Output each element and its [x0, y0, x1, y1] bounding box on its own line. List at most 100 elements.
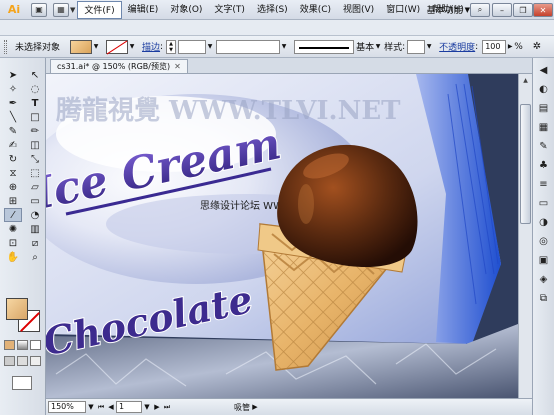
- hand-tool-icon[interactable]: ✋: [4, 250, 22, 264]
- stroke-panel-icon[interactable]: ≡: [536, 178, 552, 191]
- pen-tool-icon[interactable]: ✒: [4, 96, 22, 110]
- close-icon[interactable]: ✕: [174, 60, 181, 73]
- swatches-panel-icon[interactable]: ▦: [536, 121, 552, 134]
- blob-brush-tool-icon[interactable]: ✍: [4, 138, 22, 152]
- first-artboard-icon[interactable]: ⏮: [96, 401, 106, 413]
- free-transform-tool-icon[interactable]: ⬚: [26, 166, 44, 180]
- gradient-panel-icon[interactable]: ▭: [536, 197, 552, 210]
- scrollbar-thumb[interactable]: [520, 104, 531, 224]
- chevron-down-icon[interactable]: ▼: [128, 40, 136, 54]
- artboard-number-field[interactable]: 1: [116, 401, 142, 413]
- stroke-link[interactable]: 描边: [142, 40, 160, 53]
- brush-definition-field[interactable]: [294, 39, 355, 54]
- search-icon[interactable]: ⌕: [470, 3, 490, 17]
- fill-swatch[interactable]: [6, 298, 28, 320]
- type-tool-icon[interactable]: T: [26, 96, 44, 110]
- symbols-panel-icon[interactable]: ♣: [536, 159, 552, 172]
- workspace-switcher[interactable]: 基本功能 ▼: [427, 3, 470, 17]
- transparency-panel-icon[interactable]: ◑: [536, 216, 552, 229]
- screen-mode-button[interactable]: [12, 376, 32, 390]
- minimize-button[interactable]: –: [492, 3, 512, 17]
- eraser-tool-icon[interactable]: ◫: [26, 138, 44, 152]
- shape-builder-tool-icon[interactable]: ⊕: [4, 180, 22, 194]
- pencil-tool-icon[interactable]: ✏: [26, 124, 44, 138]
- panel-grip[interactable]: [4, 39, 7, 54]
- chevron-down-icon[interactable]: ▼: [425, 40, 433, 54]
- chevron-down-icon[interactable]: ▼: [280, 40, 288, 54]
- menu-select[interactable]: 选择(S): [251, 1, 294, 19]
- arrange-documents-icon[interactable]: ▦: [53, 2, 69, 17]
- menu-file[interactable]: 文件(F): [77, 0, 122, 19]
- brushes-panel-icon[interactable]: ✎: [536, 140, 552, 153]
- paintbrush-tool-icon[interactable]: ✎: [4, 124, 22, 138]
- menu-object[interactable]: 对象(O): [164, 1, 208, 19]
- restore-button[interactable]: ❐: [513, 3, 533, 17]
- close-button[interactable]: ✕: [533, 3, 553, 17]
- selection-tool-icon[interactable]: ➤: [4, 68, 22, 82]
- menu-type[interactable]: 文字(T): [208, 1, 251, 19]
- document-tab[interactable]: cs31.ai* @ 150% (RGB/预览) ✕: [50, 59, 188, 73]
- gradient-tool-icon[interactable]: ▭: [26, 194, 44, 208]
- artboards-panel-icon[interactable]: ⧉: [536, 292, 552, 305]
- line-tool-icon[interactable]: ╲: [4, 110, 22, 124]
- lasso-tool-icon[interactable]: ◌: [26, 82, 44, 96]
- gradient-mode-button[interactable]: [17, 340, 28, 350]
- perspective-grid-tool-icon[interactable]: ▱: [26, 180, 44, 194]
- draw-normal-button[interactable]: [4, 356, 15, 366]
- mesh-tool-icon[interactable]: ⊞: [4, 194, 22, 208]
- graphic-styles-panel-icon[interactable]: ▣: [536, 254, 552, 267]
- stroke-weight-field[interactable]: [178, 39, 207, 54]
- scroll-up-icon[interactable]: ▲: [519, 74, 532, 86]
- variable-width-field[interactable]: [216, 39, 281, 54]
- layers-panel-icon[interactable]: ◈: [536, 273, 552, 286]
- eyedropper-tool-icon[interactable]: ⁄: [4, 208, 22, 222]
- collapse-panels-icon[interactable]: ◀: [536, 64, 552, 77]
- app-logo: Ai: [7, 3, 21, 16]
- opacity-input[interactable]: 100: [482, 39, 507, 54]
- chevron-down-icon[interactable]: ▼: [206, 40, 214, 54]
- previous-artboard-icon[interactable]: ◀: [106, 401, 116, 413]
- menu-edit[interactable]: 编辑(E): [122, 1, 165, 19]
- chevron-down-icon[interactable]: ▼: [142, 401, 152, 413]
- rectangle-tool-icon[interactable]: □: [26, 110, 44, 124]
- blend-tool-icon[interactable]: ◔: [26, 208, 44, 222]
- artboard-canvas[interactable]: 腾龍視覺 WWW.TLVI.NET Ice Cream Chocolate 思缘…: [46, 74, 518, 398]
- last-artboard-icon[interactable]: ⏭: [162, 401, 172, 413]
- scale-tool-icon[interactable]: ⤡: [26, 152, 44, 166]
- zoom-field[interactable]: 150%: [48, 401, 86, 413]
- options-icon[interactable]: ✲: [533, 41, 541, 52]
- stroke-weight-stepper[interactable]: ▲ ▼: [166, 39, 177, 54]
- chevron-right-icon[interactable]: ▶: [506, 40, 514, 54]
- symbol-sprayer-tool-icon[interactable]: ✺: [4, 222, 22, 236]
- menu-window[interactable]: 窗口(W): [380, 1, 426, 19]
- menu-effect[interactable]: 效果(C): [294, 1, 337, 19]
- opacity-link[interactable]: 不透明度: [439, 40, 475, 53]
- slice-tool-icon[interactable]: ⧄: [26, 236, 44, 250]
- chevron-right-icon[interactable]: ▶: [250, 401, 260, 413]
- artboard-tool-icon[interactable]: ⊡: [4, 236, 22, 250]
- draw-behind-button[interactable]: [17, 356, 28, 366]
- direct-selection-tool-icon[interactable]: ↖: [26, 68, 44, 82]
- width-tool-icon[interactable]: ⧖: [4, 166, 22, 180]
- color-guide-icon[interactable]: ▤: [536, 102, 552, 115]
- menu-view[interactable]: 视图(V): [337, 1, 380, 19]
- appearance-panel-icon[interactable]: ◎: [536, 235, 552, 248]
- chevron-down-icon[interactable]: ▼: [92, 40, 100, 54]
- bridge-icon[interactable]: ▣: [31, 2, 47, 17]
- chevron-down-icon[interactable]: ▼: [374, 40, 382, 54]
- chevron-down-icon[interactable]: ▼: [86, 401, 96, 413]
- next-artboard-icon[interactable]: ▶: [152, 401, 162, 413]
- zoom-tool-icon[interactable]: ⌕: [26, 250, 44, 264]
- magic-wand-tool-icon[interactable]: ✧: [4, 82, 22, 96]
- color-mode-button[interactable]: [4, 340, 15, 350]
- color-panel-icon[interactable]: ◐: [536, 83, 552, 96]
- rotate-tool-icon[interactable]: ↻: [4, 152, 22, 166]
- column-graph-tool-icon[interactable]: ▥: [26, 222, 44, 236]
- graphic-style-field[interactable]: [407, 39, 426, 54]
- none-mode-button[interactable]: [30, 340, 41, 350]
- vertical-scrollbar[interactable]: ▲: [518, 74, 532, 398]
- chevron-down-icon[interactable]: ▼: [70, 6, 75, 14]
- draw-inside-button[interactable]: [30, 356, 41, 366]
- fill-color-button[interactable]: [70, 39, 93, 54]
- stroke-color-button[interactable]: [106, 39, 129, 54]
